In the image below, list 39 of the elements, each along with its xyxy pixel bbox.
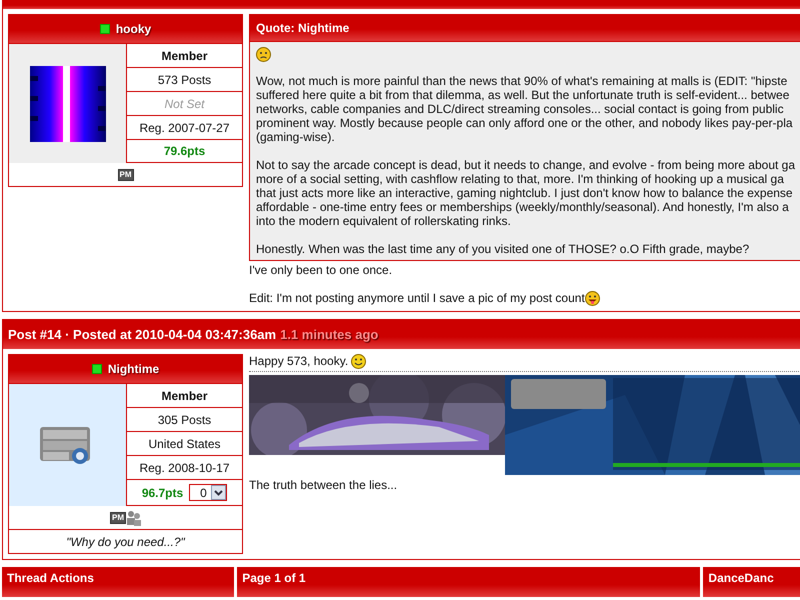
post-count: 305 Posts — [127, 408, 242, 432]
rating-select[interactable]: 0 — [189, 484, 228, 501]
quote-text-line: that just acts more like an interactive, gaming nightclub. I just don't know how to balance the expense — [256, 186, 794, 200]
user-location: Not Set — [127, 92, 242, 116]
post-age: 1.1 minutes ago — [280, 326, 378, 342]
user-location: United States — [127, 432, 242, 456]
post-count: 573 Posts — [127, 68, 242, 92]
pm-link[interactable]: PM — [110, 512, 126, 524]
quote-text-line: Not to say the arcade concept is dead, but it needs to change, and evolve - from being more about ga — [256, 158, 796, 172]
signature-text: The truth between the lies... — [249, 478, 398, 492]
quote-text-line: Wow, not much is more painful than the news that 90% of what's remaining at malls is (EDIT: "hipste — [256, 74, 788, 88]
quote-text-line: suffered here quite a bit from that dilemma, as well. But the unfortunate truth is self-evident... betwee — [256, 88, 790, 102]
quote-text-line: (gaming-wise). — [256, 130, 336, 144]
post-text: Edit: I'm not posting anymore until I save a pic of my post count — [249, 291, 585, 306]
username[interactable]: Nightime — [108, 362, 160, 376]
user-rank: Member — [127, 384, 242, 408]
panel-title: Page 1 of 1 — [242, 571, 306, 585]
quote-text-line: prominent way. Mostly because people can only afford one or the other, and nobody likes pay-per-pla — [256, 116, 794, 130]
pm-link[interactable]: PM — [118, 168, 134, 180]
panel-title: DanceDanc — [708, 571, 774, 585]
panel-title: Thread Actions — [7, 571, 94, 585]
user-points: 79.6pts — [164, 144, 206, 158]
dropdown-icon — [211, 485, 226, 500]
registration-date: Reg. 2008-10-17 — [127, 456, 242, 480]
quote-text-line: networks, cable companies and DLC/direct streaming consoles... social contact is going from public — [256, 102, 785, 116]
user-rank: Member — [127, 44, 242, 68]
quote-header: Quote: Nightime — [250, 15, 800, 42]
post-text: Happy 573, hooky. — [249, 354, 348, 369]
quote-text-line: affordable - one-time entry fees or memberships (weekly/monthly/seasonal). And honestly, I'm also a — [256, 200, 790, 214]
user-points: 96.7pts — [142, 486, 184, 500]
quote-text-line: more of a social setting, with cashflow relating to that, more. I'm thinking of hooking up a musical ga — [256, 172, 785, 186]
username[interactable]: hooky — [116, 22, 152, 36]
post-text: I've only been to one once. — [249, 263, 392, 278]
quote-text-line: into the modern equivalent of rollerskating rinks. — [256, 214, 512, 228]
quote-text-line: Honestly. When was the last time any of you visited one of THOSE? o.O Fifth grade, maybe? — [256, 242, 750, 256]
people-icon[interactable] — [127, 510, 141, 526]
post-info: Post #14 · Posted at 2010-04-04 03:47:36am — [8, 326, 276, 342]
registration-date: Reg. 2007-07-27 — [127, 116, 242, 140]
user-tagline: "Why do you need...?" — [9, 529, 242, 553]
